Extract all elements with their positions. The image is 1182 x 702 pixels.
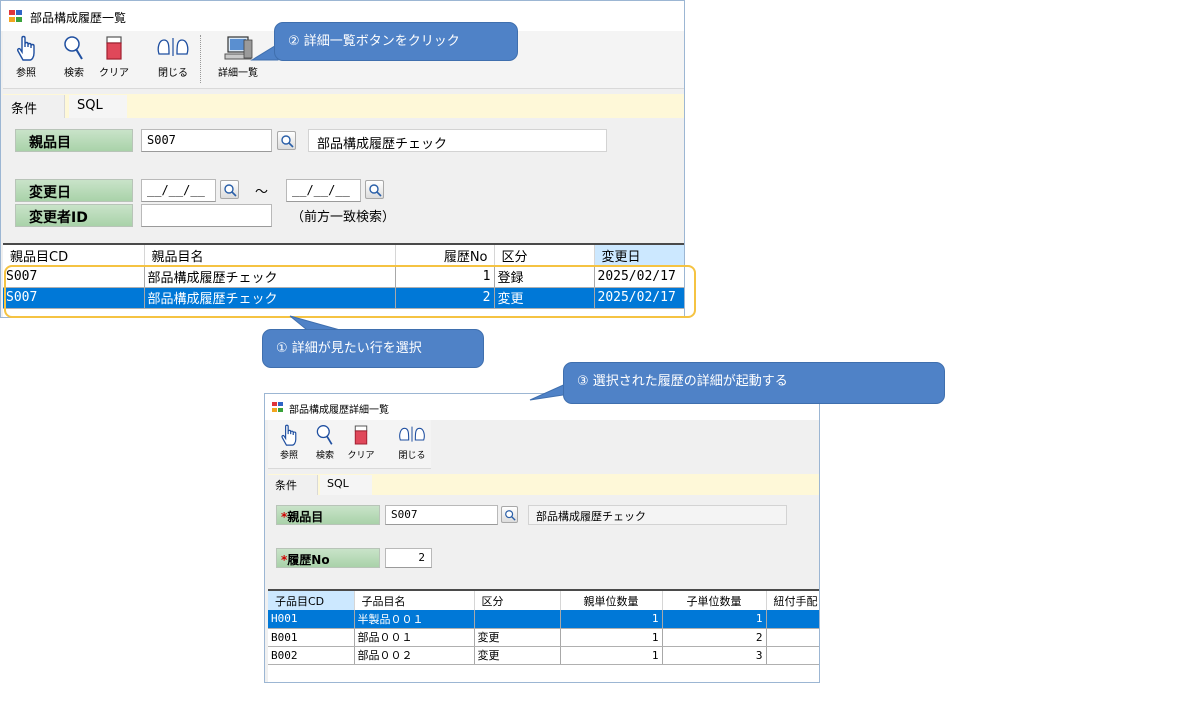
callout-step3: ③ 選択された履歴の詳細が起動する xyxy=(563,362,945,404)
callout-pointers xyxy=(250,43,571,401)
callout-step2: ② 詳細一覧ボタンをクリック xyxy=(274,22,518,61)
callout-step1: ① 詳細が見たい行を選択 xyxy=(262,329,484,368)
